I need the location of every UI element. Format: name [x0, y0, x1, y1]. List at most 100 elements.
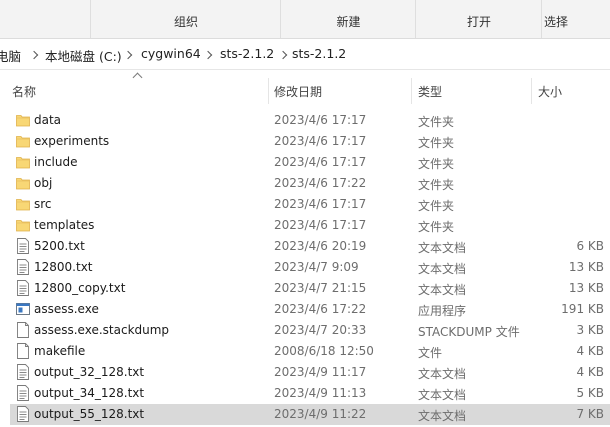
- file-type: 文本文档: [418, 367, 467, 381]
- file-name: experiments: [34, 134, 110, 148]
- file-type: 文件: [418, 346, 443, 360]
- file-name: 12800.txt: [34, 260, 93, 274]
- file-modified-date: 2008/6/18 12:50: [274, 344, 374, 358]
- file-modified-date: 2023/4/7 21:15: [274, 281, 367, 295]
- file-row[interactable]: experiments 2023/4/6 17:17 文件夹: [10, 131, 610, 152]
- file-modified-date: 2023/4/6 17:17: [274, 218, 367, 232]
- ribbon-group-new[interactable]: 新建: [280, 0, 416, 38]
- chevron-right-icon[interactable]: [29, 50, 39, 60]
- file-modified-date: 2023/4/6 20:19: [274, 239, 367, 253]
- file-row[interactable]: src 2023/4/6 17:17 文件夹: [10, 194, 610, 215]
- file-modified-date: 2023/4/6 17:17: [274, 113, 367, 127]
- file-row[interactable]: 5200.txt 2023/4/6 20:19 文本文档 6 KB: [10, 236, 610, 257]
- sort-ascending-icon: [132, 72, 143, 83]
- file-type: 文件夹: [418, 115, 455, 129]
- file-type: 文件夹: [418, 220, 455, 234]
- file-row[interactable]: templates 2023/4/6 17:17 文件夹: [10, 215, 610, 236]
- file-modified-date: 2023/4/6 17:17: [274, 134, 367, 148]
- file-row[interactable]: assess.exe 2023/4/6 17:22 应用程序 191 KB: [10, 299, 610, 320]
- file-name: templates: [34, 218, 95, 232]
- column-divider[interactable]: [411, 78, 412, 104]
- column-header-type[interactable]: 类型: [418, 83, 442, 100]
- file-type: STACKDUMP 文件: [418, 325, 520, 339]
- file-row[interactable]: 12800.txt 2023/4/7 9:09 文本文档 13 KB: [10, 257, 610, 278]
- ribbon-group-label: 新建: [336, 15, 361, 29]
- file-name: assess.exe: [34, 302, 99, 316]
- file-type: 文本文档: [418, 409, 467, 423]
- exe-icon: [16, 301, 30, 317]
- file-size: 3 KB: [576, 323, 604, 337]
- file-size: 13 KB: [568, 281, 604, 295]
- column-header-date[interactable]: 修改日期: [274, 83, 322, 100]
- ribbon-group-organize[interactable]: 组织: [90, 0, 281, 38]
- folder-icon: [16, 175, 30, 191]
- file-modified-date: 2023/4/9 11:13: [274, 386, 367, 400]
- file-type: 文本文档: [418, 283, 467, 297]
- breadcrumb-item-drive[interactable]: 本地磁盘 (C:): [45, 46, 122, 65]
- file-name: 5200.txt: [34, 239, 85, 253]
- text-file-icon: [16, 406, 30, 422]
- file-name: makefile: [34, 344, 86, 358]
- ribbon-group-label: 选择: [544, 15, 569, 29]
- folder-icon: [16, 196, 30, 212]
- ribbon-group-select[interactable]: 选择: [541, 0, 610, 38]
- file-modified-date: 2023/4/9 11:17: [274, 365, 367, 379]
- file-row[interactable]: data 2023/4/6 17:17 文件夹: [10, 110, 610, 131]
- file-modified-date: 2023/4/6 17:22: [274, 302, 367, 316]
- ribbon-group-label: 组织: [173, 15, 198, 29]
- file-name: data: [34, 113, 62, 127]
- file-modified-date: 2023/4/7 9:09: [274, 260, 359, 274]
- file-size: 5 KB: [576, 386, 604, 400]
- column-divider[interactable]: [531, 78, 532, 104]
- file-size: 6 KB: [576, 239, 604, 253]
- chevron-right-icon[interactable]: [203, 50, 213, 60]
- file-type: 文本文档: [418, 241, 467, 255]
- blank-file-icon: [16, 322, 30, 338]
- file-row[interactable]: output_34_128.txt 2023/4/9 11:13 文本文档 5 KB: [10, 383, 610, 404]
- column-header-size[interactable]: 大小: [538, 83, 562, 100]
- file-name: 12800_copy.txt: [34, 281, 126, 295]
- file-type: 文本文档: [418, 388, 467, 402]
- file-name: include: [34, 155, 78, 169]
- column-header-bar: 名称 修改日期 类型 大小: [0, 72, 610, 106]
- folder-icon: [16, 154, 30, 170]
- file-name: obj: [34, 176, 53, 190]
- file-size: 191 KB: [561, 302, 604, 316]
- blank-file-icon: [16, 343, 30, 359]
- file-row[interactable]: assess.exe.stackdump 2023/4/7 20:33 STACKD…: [10, 320, 610, 341]
- file-row[interactable]: obj 2023/4/6 17:22 文件夹: [10, 173, 610, 194]
- column-header-name[interactable]: 名称: [12, 83, 36, 100]
- file-type: 文件夹: [418, 136, 455, 150]
- file-name: assess.exe.stackdump: [34, 323, 170, 337]
- file-type: 文本文档: [418, 262, 467, 276]
- file-row[interactable]: include 2023/4/6 17:17 文件夹: [10, 152, 610, 173]
- text-file-icon: [16, 238, 30, 254]
- text-file-icon: [16, 364, 30, 380]
- column-divider[interactable]: [268, 78, 269, 104]
- folder-icon: [16, 112, 30, 128]
- file-size: 7 KB: [576, 407, 604, 421]
- chevron-right-icon[interactable]: [123, 50, 133, 60]
- text-file-icon: [16, 280, 30, 296]
- file-modified-date: 2023/4/9 11:22: [274, 407, 367, 421]
- file-modified-date: 2023/4/7 20:33: [274, 323, 367, 337]
- file-modified-date: 2023/4/6 17:17: [274, 155, 367, 169]
- ribbon-group-open[interactable]: 打开: [415, 0, 542, 38]
- ribbon: 组织 新建 打开 选择: [0, 0, 610, 39]
- file-row[interactable]: output_55_128.txt 2023/4/9 11:22 文本文档 7 KB: [10, 404, 610, 425]
- file-row[interactable]: 12800_copy.txt 2023/4/7 21:15 文本文档 13 KB: [10, 278, 610, 299]
- file-type: 文件夹: [418, 157, 455, 171]
- file-name: output_32_128.txt: [34, 365, 145, 379]
- folder-icon: [16, 133, 30, 149]
- breadcrumb-item-sts-current[interactable]: sts-2.1.2: [292, 46, 346, 61]
- file-row[interactable]: makefile 2008/6/18 12:50 文件 4 KB: [10, 341, 610, 362]
- chevron-right-icon[interactable]: [278, 50, 288, 60]
- file-type: 文件夹: [418, 178, 455, 192]
- breadcrumb-item-sts-parent[interactable]: sts-2.1.2: [220, 46, 274, 61]
- file-size: 13 KB: [568, 260, 604, 274]
- breadcrumb-item-cygwin64[interactable]: cygwin64: [141, 46, 201, 61]
- breadcrumb-item-pc[interactable]: 电脑: [0, 46, 21, 65]
- ribbon-group-label: 打开: [466, 15, 491, 29]
- file-row[interactable]: output_32_128.txt 2023/4/9 11:17 文本文档 4 KB: [10, 362, 610, 383]
- file-type: 应用程序: [418, 304, 467, 318]
